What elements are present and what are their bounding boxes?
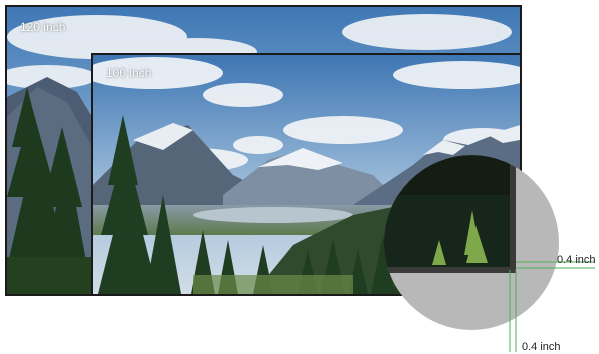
bezel-width-label-right: 0.4 inch — [557, 254, 596, 266]
bezel-callout-lines — [509, 261, 595, 352]
bezel-width-label-bottom: 0.4 inch — [522, 341, 561, 353]
